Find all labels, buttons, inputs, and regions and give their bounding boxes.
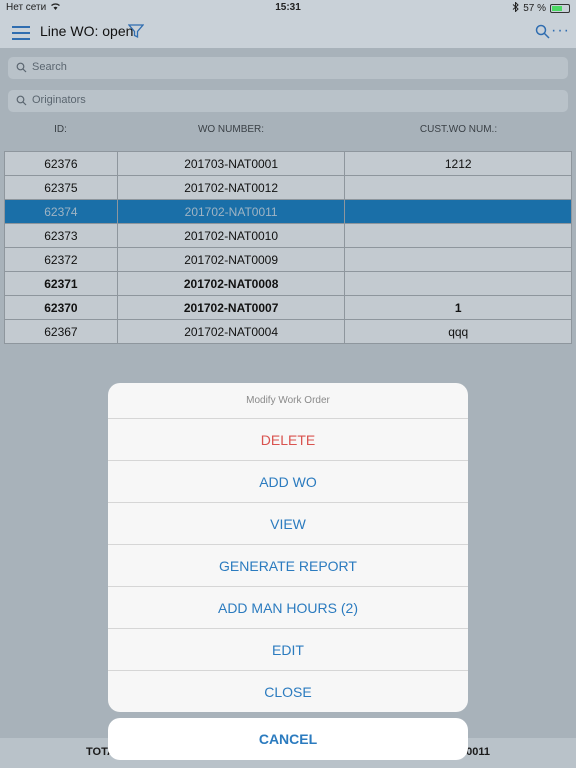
search-input[interactable]: Search <box>8 57 568 79</box>
cell-cust-wo: 1 <box>344 295 572 320</box>
search-field-icon <box>16 62 27 76</box>
originators-input[interactable]: Originators <box>8 90 568 112</box>
table-row[interactable]: 62375 201702-NAT0012 <box>4 175 572 200</box>
cell-wo-number: 201702-NAT0009 <box>116 247 346 272</box>
battery-icon <box>550 4 570 13</box>
cell-cust-wo: qqq <box>344 319 572 344</box>
menu-icon[interactable] <box>12 26 30 40</box>
generate-report-button[interactable]: GENERATE REPORT <box>108 545 468 587</box>
column-header-wo-number[interactable]: WO NUMBER: <box>117 124 345 135</box>
cell-cust-wo <box>344 175 572 200</box>
cell-wo-number: 201702-NAT0010 <box>116 223 346 248</box>
cell-wo-number: 201702-NAT0008 <box>116 271 346 296</box>
table-row[interactable]: 62376 201703-NAT0001 1212 <box>4 151 572 176</box>
column-header-cust-wo[interactable]: CUST.WO NUM.: <box>345 124 572 135</box>
page-title: Line WO: open <box>40 23 134 39</box>
column-header-id[interactable]: ID: <box>4 124 117 135</box>
cell-wo-number: 201702-NAT0007 <box>116 295 346 320</box>
cell-cust-wo <box>344 199 572 224</box>
cell-wo-number: 201702-NAT0004 <box>116 319 346 344</box>
close-button[interactable]: CLOSE <box>108 671 468 712</box>
cancel-button[interactable]: CANCEL <box>108 718 468 760</box>
table-row[interactable]: 62372 201702-NAT0009 <box>4 247 572 272</box>
table-row[interactable]: 62373 201702-NAT0010 <box>4 223 572 248</box>
table-row[interactable]: 62367 201702-NAT0004 qqq <box>4 319 572 344</box>
cell-id: 62373 <box>4 223 118 248</box>
cell-id: 62376 <box>4 151 118 176</box>
search-placeholder: Search <box>32 61 67 73</box>
view-button[interactable]: VIEW <box>108 503 468 545</box>
status-bar: Нет сети 15:31 57 % <box>0 0 576 16</box>
cell-cust-wo <box>344 271 572 296</box>
cell-id: 62375 <box>4 175 118 200</box>
action-sheet-title: Modify Work Order <box>108 383 468 419</box>
table-row[interactable]: 62374 201702-NAT0011 <box>4 199 572 224</box>
nav-bar: Line WO: open ··· <box>0 16 576 48</box>
action-sheet: Modify Work Order DELETE ADD WO VIEW GEN… <box>108 383 468 712</box>
cell-wo-number: 201702-NAT0011 <box>116 199 346 224</box>
cell-cust-wo: 1212 <box>344 151 572 176</box>
cell-id: 62374 <box>4 199 118 224</box>
add-man-hours-button[interactable]: ADD MAN HOURS (2) <box>108 587 468 629</box>
table-row[interactable]: 62371 201702-NAT0008 <box>4 271 572 296</box>
cell-wo-number: 201702-NAT0012 <box>116 175 346 200</box>
cell-cust-wo <box>344 247 572 272</box>
cell-id: 62371 <box>4 271 118 296</box>
cell-wo-number: 201703-NAT0001 <box>116 151 346 176</box>
table-row[interactable]: 62370 201702-NAT0007 1 <box>4 295 572 320</box>
cell-id: 62372 <box>4 247 118 272</box>
more-icon[interactable]: ··· <box>551 22 570 40</box>
filter-icon[interactable] <box>127 23 145 44</box>
originators-field-icon <box>16 95 27 109</box>
search-icon[interactable] <box>535 24 550 44</box>
status-time: 15:31 <box>275 2 301 13</box>
work-order-table: 62376 201703-NAT0001 1212 62375 201702-NAT00… <box>4 151 572 344</box>
battery-percent: 57 % <box>523 3 546 14</box>
cell-id: 62367 <box>4 319 118 344</box>
originators-placeholder: Originators <box>32 94 86 106</box>
bluetooth-icon <box>512 1 519 15</box>
cell-id: 62370 <box>4 295 118 320</box>
delete-button[interactable]: DELETE <box>108 419 468 461</box>
add-wo-button[interactable]: ADD WO <box>108 461 468 503</box>
cell-cust-wo <box>344 223 572 248</box>
edit-button[interactable]: EDIT <box>108 629 468 671</box>
bottom-right-text: 0011 <box>466 746 490 758</box>
